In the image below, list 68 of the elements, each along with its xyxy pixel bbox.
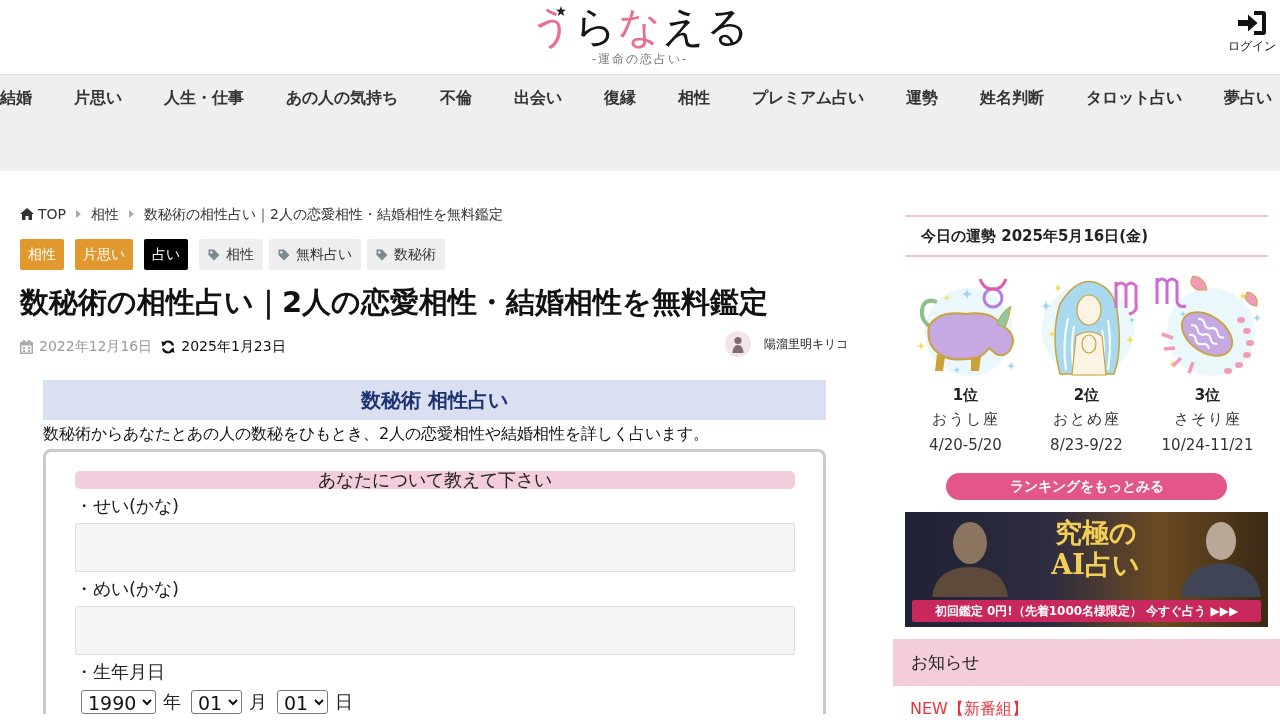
fortune-heading: 今日の運勢 2025年5月16日(金) [905,215,1268,257]
sign-dates: 8/23-9/22 [1050,435,1123,456]
nav-link[interactable]: 相性 [678,88,710,108]
sign-dates: 10/24-11/21 [1161,435,1254,456]
form-intro: 数秘術からあなたとあの人の数秘をひもとき、2人の恋愛相性や結婚相性を詳しく占います。 [43,423,711,445]
home-icon [20,208,34,220]
chevron-icon [76,210,81,218]
rank-label: 1位 [952,385,979,406]
nav-link[interactable]: 結婚 [0,88,32,108]
field-label: ・めい(かな) [75,578,181,600]
login-button[interactable]: ログイン [1228,10,1276,60]
sign-name: さそり座 [1173,409,1242,430]
breadcrumb-link[interactable]: 相性 [91,206,119,222]
nav-link[interactable]: プレミアム占い [752,88,864,108]
nav-link[interactable]: 不倫 [440,88,472,108]
tag-icon [376,248,388,261]
category-link[interactable]: 占い [144,239,188,270]
login-icon [1237,10,1267,36]
date-select[interactable]: 01 [191,690,242,714]
avatar-icon [725,331,751,357]
input-field[interactable] [75,606,795,655]
nav-link[interactable]: 出会い [514,88,562,108]
rank-label: 3位 [1194,385,1221,406]
notice-link[interactable]: NEW【新番組】 [910,700,1280,718]
unit-label: 月 [249,691,267,713]
field-label: ・せい(かな) [75,495,181,517]
nav-link[interactable]: タロット占い [1086,88,1182,108]
section-title: あなたについて教えて下さい [75,471,795,489]
date-select[interactable]: 01 [277,690,328,714]
form-heading: 数秘術 相性占い [43,380,826,420]
article-title: 数秘術の相性占い｜2人の恋愛相性・結婚相性を無料鑑定 [20,284,770,320]
breadcrumb-link[interactable]: TOP [20,206,66,222]
banner-headline: AI占い [1051,549,1140,581]
banner-strip: 初回鑑定 0円!（先着1000名様限定） 今すぐ占う ▶▶▶ [912,600,1261,622]
date-select[interactable]: 1990 [81,690,156,714]
chevron-icon [129,210,134,218]
publish-date: 2022年12月16日 [39,338,153,356]
site-tagline: -運命の恋占い- [591,52,689,66]
field-label: ・生年月日 [75,661,166,683]
ranking-more-button[interactable]: ランキングをもっとみる [946,473,1227,500]
site-logo[interactable]: うらなえる [530,2,750,52]
nav-link[interactable]: 片思い [74,88,122,108]
calendar-icon [20,340,33,354]
sign-name: おとめ座 [1052,409,1121,430]
nav-link[interactable]: 姓名判断 [980,88,1044,108]
refresh-icon [161,340,176,354]
tag-icon [208,248,220,261]
nav-link[interactable]: 人生・仕事 [164,88,244,108]
breadcrumb-current: 数秘術の相性占い｜2人の恋愛相性・結婚相性を無料鑑定 [144,206,503,222]
nav-link[interactable]: 夢占い [1224,88,1272,108]
tag-link[interactable]: 数秘術 [367,239,445,270]
nav-link[interactable]: あの人の気持ち [286,88,398,108]
tag-link[interactable]: 無料占い [269,239,361,270]
unit-label: 日 [335,691,353,713]
unit-label: 年 [163,691,181,713]
tag-link[interactable]: 相性 [199,239,263,270]
author-name: 陽溜里明キリコ [764,335,848,353]
rank-label: 2位 [1073,385,1100,406]
input-field[interactable] [75,523,795,572]
notice-heading: お知らせ [893,639,1280,686]
tag-icon [278,248,290,261]
sign-dates: 4/20-5/20 [929,435,1002,456]
sign-name: おうし座 [931,409,1000,430]
ad-banner[interactable]: 究極の AI占い 初回鑑定 0円!（先着1000名様限定） 今すぐ占う ▶▶▶ [905,512,1268,627]
nav-link[interactable]: 運勢 [906,88,938,108]
update-date: 2025年1月23日 [181,338,286,356]
nav-link[interactable]: 復縁 [604,88,636,108]
banner-headline: 究極の [1054,517,1137,549]
